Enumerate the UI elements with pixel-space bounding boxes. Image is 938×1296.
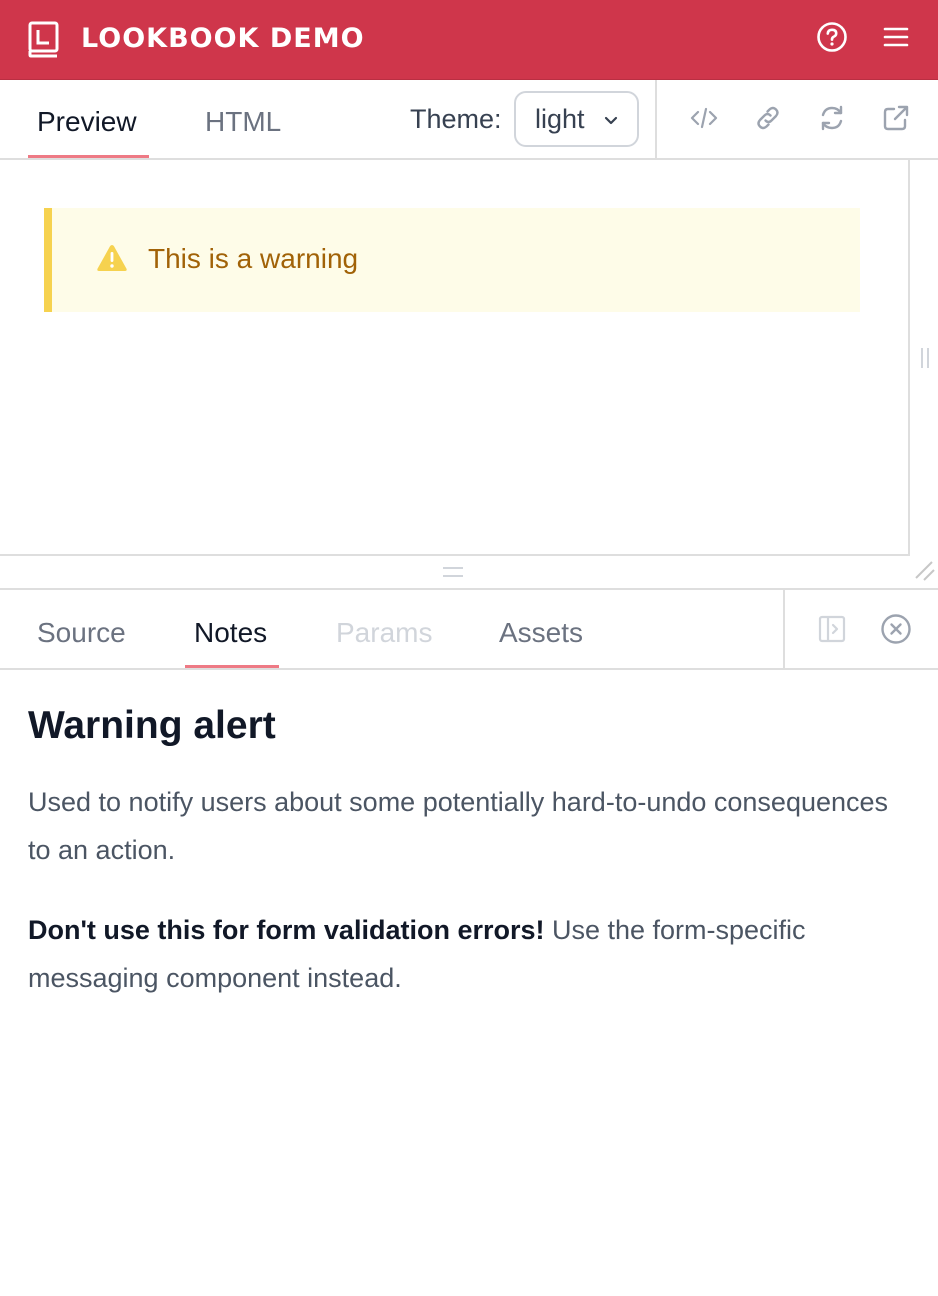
active-drawer-tab-indicator [185,665,279,668]
tab-assets[interactable]: Assets [499,615,583,651]
warning-alert: This is a warning [44,208,860,312]
app-title[interactable]: LOOKBOOK DEMO [81,22,365,56]
menu-icon[interactable] [880,21,912,53]
notes-paragraph-warning: Don't use this for form validation error… [28,906,908,1002]
theme-label: Theme: [410,104,502,134]
toggle-sidebar-icon[interactable] [816,613,848,645]
help-circle-icon[interactable] [816,21,848,53]
theme-select[interactable]: light [514,91,639,147]
notes-paragraph: Used to notify users about some potentia… [28,787,889,865]
book-icon[interactable] [28,21,59,58]
preview-pane: This is a warning [0,160,910,556]
code-icon[interactable] [688,102,720,134]
chevron-down-icon [604,116,618,125]
drawer-toolbar: Source Notes Params Assets [0,588,938,670]
tab-params: Params [336,617,433,648]
vertical-resize-handle[interactable] [918,346,932,370]
notes-heading: Warning alert [28,704,276,747]
preview-toolbar: Preview HTML Theme: light [0,80,938,160]
drawer-toolbar-divider [783,590,785,670]
app-header: LOOKBOOK DEMO [0,0,938,80]
theme-value: light [535,104,585,134]
alert-message: This is a warning [148,243,359,274]
active-tab-indicator [28,155,149,158]
notes-panel: Warning alert Used to notify users about… [28,700,908,1002]
tab-preview[interactable]: Preview [37,104,137,140]
tab-source[interactable]: Source [37,615,126,651]
refresh-icon[interactable] [816,102,848,134]
toolbar-divider [655,80,657,158]
horizontal-resize-handle[interactable] [441,563,465,581]
close-circle-icon[interactable] [880,613,912,645]
link-icon[interactable] [752,102,784,134]
notes-bold-text: Don't use this for form validation error… [28,915,545,945]
warning-triangle-icon [97,245,127,271]
tab-html[interactable]: HTML [205,104,281,140]
resize-corner-icon[interactable] [912,558,936,582]
external-link-icon[interactable] [880,102,912,134]
tab-notes[interactable]: Notes [194,615,267,651]
